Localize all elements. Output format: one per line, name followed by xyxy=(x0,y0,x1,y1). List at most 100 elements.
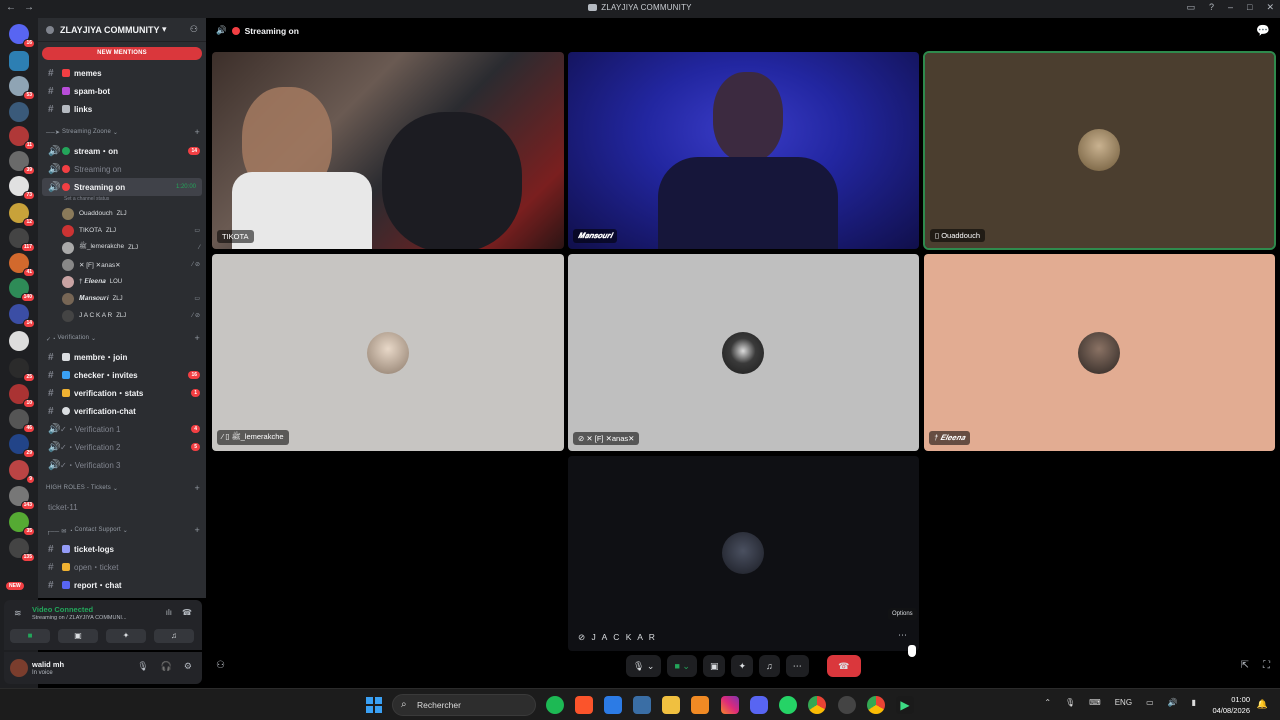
store-icon[interactable] xyxy=(633,696,651,714)
play-icon[interactable]: ▶ xyxy=(896,696,914,714)
voice-channel-stream-on[interactable]: 🔊 stream・on 14 xyxy=(38,142,206,160)
inbox-icon[interactable]: ▭ xyxy=(1186,2,1195,13)
video-tile-jackar[interactable] xyxy=(568,456,919,651)
channel-ticket-11[interactable]: ticket-11 xyxy=(38,498,206,516)
soundboard-button[interactable]: ♫ xyxy=(154,629,194,643)
network-icon[interactable]: ▭ xyxy=(1146,698,1154,707)
taskbar-search[interactable]: ⌕ Rechercher xyxy=(392,694,536,716)
language-indicator[interactable]: ENG xyxy=(1115,698,1132,707)
gear-icon[interactable]: ⚙ xyxy=(184,661,192,672)
leave-call-button[interactable]: ☎ xyxy=(826,655,861,677)
voice-user[interactable]: Ouaddouch ZLJ xyxy=(38,205,206,222)
server-icon[interactable]: 39 xyxy=(9,151,35,175)
notification-icon[interactable]: 🔔 xyxy=(1257,699,1268,710)
channel-verification-chat[interactable]: # verification-chat xyxy=(38,402,206,420)
tile-options-icon[interactable]: ⋯ xyxy=(898,630,907,641)
minimize-button[interactable]: – xyxy=(1228,2,1233,13)
activities-button[interactable]: ✦ xyxy=(106,629,146,643)
voice-channel-verification-1[interactable]: 🔊 ✓・Verification 14 xyxy=(38,420,206,438)
category-streaming[interactable]: ──➤ Streaming Zoone ⌄ + xyxy=(38,122,206,142)
microphone-button[interactable]: 🎙 ⌄ xyxy=(626,655,662,677)
popout-icon[interactable]: ⇱ xyxy=(1241,660,1249,671)
server-header[interactable]: ZLAYJIYA COMMUNITY ▾ ⚇ xyxy=(38,18,206,42)
file-explorer-icon[interactable] xyxy=(662,696,680,714)
active-voice-channel[interactable]: 🔊 Streaming on 1:20:00 xyxy=(42,178,202,196)
chevron-up-icon[interactable]: ⌃ xyxy=(1044,698,1051,707)
more-options-button[interactable]: ⋯ xyxy=(785,655,809,677)
server-icon[interactable]: 53 xyxy=(9,76,35,100)
battery-icon[interactable]: ▮ xyxy=(1192,698,1196,707)
channel-membre-join[interactable]: # membre・join xyxy=(38,348,206,366)
activity-icon[interactable]: ⚇ xyxy=(216,660,225,671)
spotify-icon[interactable] xyxy=(546,696,564,714)
add-channel-icon[interactable]: + xyxy=(195,333,200,343)
channel-checker-invites[interactable]: # checker・invites 16 xyxy=(38,366,206,384)
server-icon[interactable]: 11 xyxy=(9,126,35,150)
server-icon[interactable]: 14 xyxy=(9,304,35,328)
microphone-icon[interactable]: 🎙 xyxy=(137,661,148,672)
video-tile-tikota[interactable]: TIKOTA xyxy=(212,52,564,249)
voice-channel-streaming-on[interactable]: 🔊 Streaming on xyxy=(38,160,206,178)
shield-icon[interactable] xyxy=(604,696,622,714)
voice-user[interactable]: ﷺ_lemerakche ZLJ ⁄ xyxy=(38,239,206,256)
channel-status-hint[interactable]: Set a channel status xyxy=(38,196,206,205)
server-icon[interactable]: 140 xyxy=(9,278,35,302)
help-icon[interactable]: ? xyxy=(1209,2,1214,13)
discord-icon[interactable] xyxy=(750,696,768,714)
instagram-icon[interactable] xyxy=(721,696,739,714)
headphones-icon[interactable]: 🎧 xyxy=(161,661,172,672)
server-icon[interactable]: 46 xyxy=(9,409,35,433)
category-verification[interactable]: ✓・ Verification ⌄ + xyxy=(38,328,206,348)
add-channel-icon[interactable]: + xyxy=(195,127,200,137)
steam-icon[interactable] xyxy=(838,696,856,714)
channel-links[interactable]: # links xyxy=(38,100,206,118)
soundboard-button[interactable]: ♫ xyxy=(759,655,780,677)
voice-user[interactable]: J A C K A R ZLJ ⁄ ⊘ xyxy=(38,307,206,324)
server-icon[interactable]: 9 xyxy=(9,460,35,484)
server-icon[interactable]: 143 xyxy=(9,486,35,510)
volume-icon[interactable]: 🔊 xyxy=(1168,698,1178,707)
server-icon[interactable]: 41 xyxy=(9,253,35,277)
new-unread-pill[interactable]: NEW xyxy=(6,582,24,590)
add-channel-icon[interactable]: + xyxy=(195,483,200,493)
noise-suppression-icon[interactable]: ılı xyxy=(166,608,172,617)
chat-icon[interactable]: 💬 xyxy=(1256,24,1270,37)
camera-toggle-button[interactable]: ■ xyxy=(10,629,50,643)
voice-user[interactable]: ✕ [F] ✕anas✕ ⁄ ⊘ xyxy=(38,256,206,273)
video-tile-mansouri[interactable]: 𝑴𝒂𝒏𝒔𝒐𝒖𝒓𝒊 xyxy=(568,52,919,249)
share-screen-button[interactable]: ▣ xyxy=(702,655,726,677)
vlc-icon[interactable] xyxy=(691,696,709,714)
video-tile-eleena[interactable]: † 𝑬𝒍𝒆𝒆𝒏𝒂 xyxy=(924,254,1275,451)
server-icon[interactable] xyxy=(9,331,29,351)
maximize-button[interactable]: □ xyxy=(1247,2,1252,13)
video-tile-anas[interactable]: ⊘ ✕ [F] ✕anas✕ xyxy=(568,254,919,451)
share-screen-button[interactable]: ▣ xyxy=(58,629,98,643)
channel-ticket-logs[interactable]: # ticket-logs xyxy=(38,540,206,558)
chrome-icon[interactable] xyxy=(808,696,826,714)
username[interactable]: walid mh xyxy=(32,660,64,669)
direct-messages-icon[interactable]: 16 xyxy=(9,24,35,48)
fullscreen-icon[interactable]: ⛶ xyxy=(1263,660,1270,671)
brave-icon[interactable] xyxy=(575,696,593,714)
server-icon[interactable] xyxy=(9,102,29,122)
camera-button[interactable]: ■ ⌄ xyxy=(667,655,697,677)
server-icon[interactable] xyxy=(9,51,29,71)
close-button[interactable]: ✕ xyxy=(1266,2,1274,13)
invite-icon[interactable]: ⚇ xyxy=(190,24,198,35)
chrome-icon[interactable] xyxy=(867,696,885,714)
category-high-roles[interactable]: HIGH ROLES - Tickets ⌄ + xyxy=(38,478,206,498)
voice-user[interactable]: TIKOTA ZLJ ▭ xyxy=(38,222,206,239)
microphone-icon[interactable]: 🎙 xyxy=(1065,698,1075,707)
windows-start-icon[interactable] xyxy=(366,697,382,713)
voice-channel-path[interactable]: Streaming on / ZLAYJIYA COMMUNI... xyxy=(32,615,127,621)
server-icon[interactable]: 29 xyxy=(9,434,35,458)
voice-user[interactable]: 𝑴𝒂𝒏𝒔𝒐𝒖𝒓𝒊 ZLJ ▭ xyxy=(38,290,206,307)
server-icon[interactable]: 117 xyxy=(9,228,35,252)
server-icon[interactable]: 135 xyxy=(9,538,35,562)
voice-status[interactable]: Video Connected xyxy=(32,605,93,614)
channel-verification-stats[interactable]: # verification・stats 1 xyxy=(38,384,206,402)
channel-open-ticket[interactable]: # open・ticket xyxy=(38,558,206,576)
server-icon[interactable]: 35 xyxy=(9,512,35,536)
video-tile-ouaddouch[interactable]: ▯ Ouaddouch xyxy=(923,51,1276,250)
category-contact-support[interactable]: ┌── ✉ ・ Contact Support ⌄ + xyxy=(38,520,206,540)
